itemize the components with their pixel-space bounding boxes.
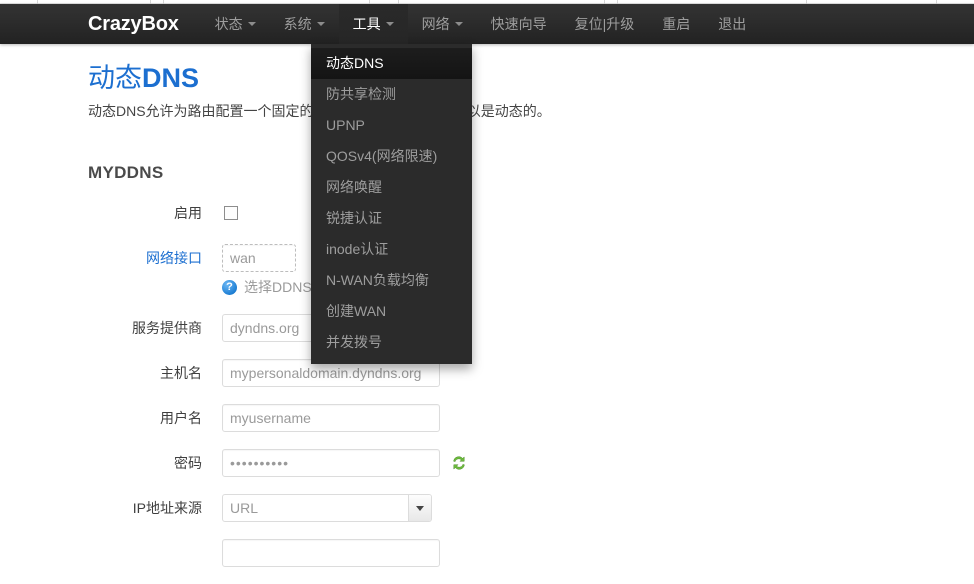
nav-item-1[interactable]: 系统 xyxy=(270,4,339,44)
password-input[interactable] xyxy=(222,449,440,477)
chevron-down-icon xyxy=(317,22,325,26)
control-username xyxy=(222,404,440,432)
form-row-username: 用户名 xyxy=(0,404,974,432)
network-interface-input[interactable] xyxy=(222,244,296,272)
control-url xyxy=(222,539,440,567)
nav-item-label: 复位|升级 xyxy=(575,4,635,44)
nav-item-label: 重启 xyxy=(662,4,690,44)
help-icon[interactable]: ? xyxy=(222,280,237,295)
nav-item-7[interactable]: 退出 xyxy=(704,4,760,44)
nav-item-label: 工具 xyxy=(353,4,381,44)
url-input[interactable] xyxy=(222,539,440,567)
form-row-interface: 网络接口 ? 选择DDNS服务使用的网络接口 xyxy=(0,244,974,297)
section-title-myddns: MYDDNS xyxy=(88,163,974,183)
page-title-cn: 动态 xyxy=(88,63,142,93)
control-password xyxy=(222,449,468,477)
label-network-interface[interactable]: 网络接口 xyxy=(0,244,222,272)
ddns-form: 启用 网络接口 ? 选择DDNS服务使用的网络接口 服务提供商 dyndns.o… xyxy=(0,199,974,567)
label-hostname: 主机名 xyxy=(0,359,222,387)
label-username: 用户名 xyxy=(0,404,222,432)
form-row-hostname: 主机名 xyxy=(0,359,974,387)
nav-item-label: 状态 xyxy=(215,4,243,44)
chevron-down-icon xyxy=(386,22,394,26)
dropdown-item-0[interactable]: 动态DNS xyxy=(311,48,472,79)
page-title: 动态DNS xyxy=(88,62,974,94)
dropdown-item-7[interactable]: N-WAN负载均衡 xyxy=(311,265,472,296)
navbar-items: 状态 系统 工具 网络 快速向导复位|升级重启退出 xyxy=(201,4,761,44)
dropdown-item-5[interactable]: 锐捷认证 xyxy=(311,203,472,234)
nav-item-0[interactable]: 状态 xyxy=(201,4,270,44)
brand-logo[interactable]: CrazyBox xyxy=(88,4,179,44)
form-row-enable: 启用 xyxy=(0,199,974,227)
dropdown-item-3[interactable]: QOSv4(网络限速) xyxy=(311,141,472,172)
dropdown-item-6[interactable]: inode认证 xyxy=(311,234,472,265)
nav-item-label: 系统 xyxy=(284,4,312,44)
control-enable xyxy=(222,199,238,220)
nav-item-6[interactable]: 重启 xyxy=(648,4,704,44)
nav-item-label: 网络 xyxy=(422,4,450,44)
form-row-password: 密码 xyxy=(0,449,974,477)
label-enable: 启用 xyxy=(0,199,222,227)
nav-item-3[interactable]: 网络 xyxy=(408,4,477,44)
nav-item-2[interactable]: 工具 xyxy=(339,4,408,44)
nav-item-label: 退出 xyxy=(718,4,746,44)
top-navbar: CrazyBox 状态 系统 工具 网络 快速向导复位|升级重启退出 xyxy=(0,4,974,44)
dropdown-item-9[interactable]: 并发拨号 xyxy=(311,327,472,358)
label-password: 密码 xyxy=(0,449,222,477)
label-ip-source: IP地址来源 xyxy=(0,494,222,522)
label-service-provider: 服务提供商 xyxy=(0,314,222,342)
dropdown-item-1[interactable]: 防共享检测 xyxy=(311,79,472,110)
tools-dropdown-menu: 动态DNS防共享检测UPNPQOSv4(网络限速)网络唤醒锐捷认证inode认证… xyxy=(311,44,472,364)
page-title-en: DNS xyxy=(142,63,199,93)
dropdown-item-4[interactable]: 网络唤醒 xyxy=(311,172,472,203)
form-row-ip-source: IP地址来源 URL xyxy=(0,494,974,522)
nav-item-label: 快速向导 xyxy=(491,4,547,44)
dropdown-item-8[interactable]: 创建WAN xyxy=(311,296,472,327)
chevron-down-icon xyxy=(248,22,256,26)
chevron-down-icon xyxy=(455,22,463,26)
main-content: 动态DNS 动态DNS允许为路由配置一个固定的可访问的域名，即便IP可以是动态的… xyxy=(0,44,974,584)
form-row-url xyxy=(0,539,974,567)
username-input[interactable] xyxy=(222,404,440,432)
nav-item-5[interactable]: 复位|升级 xyxy=(561,4,649,44)
nav-item-4[interactable]: 快速向导 xyxy=(477,4,561,44)
control-ip-source: URL xyxy=(222,494,432,522)
ip-source-select[interactable]: URL xyxy=(222,494,432,522)
refresh-icon[interactable] xyxy=(450,454,468,472)
form-row-provider: 服务提供商 dyndns.org xyxy=(0,314,974,342)
dropdown-item-2[interactable]: UPNP xyxy=(311,110,472,141)
enable-checkbox[interactable] xyxy=(224,206,238,220)
